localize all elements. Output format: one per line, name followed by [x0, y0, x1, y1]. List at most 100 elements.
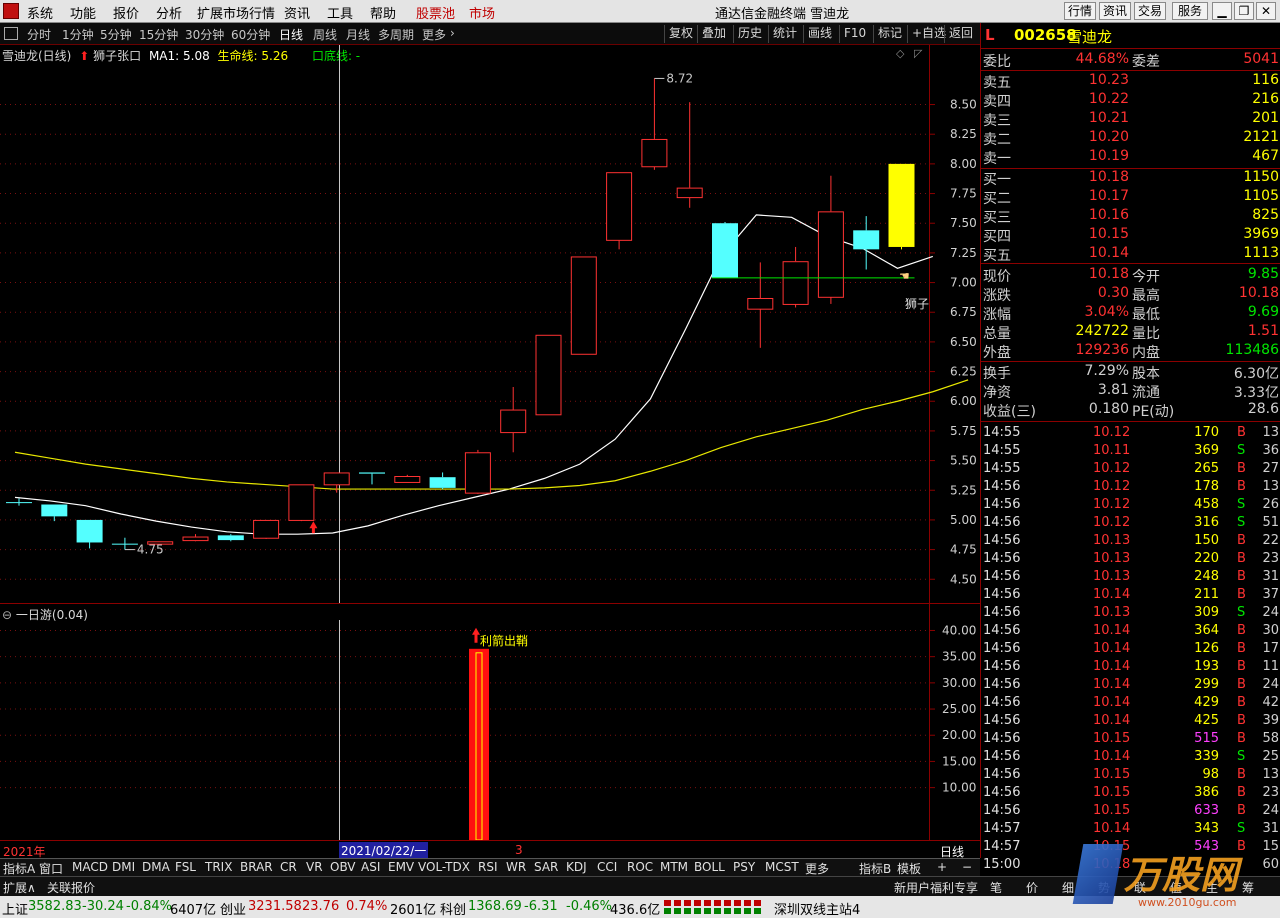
panel-tab-3[interactable]: 势 — [1098, 879, 1110, 896]
sub-indicator-chart[interactable]: 10.00 15.00 20.00 25.00 30.00 35.00 40.00 利箭出鞘 — [0, 604, 980, 840]
indicator-tab-5[interactable]: FSL — [175, 860, 196, 874]
tool-5[interactable]: F10 — [839, 25, 870, 43]
server-name[interactable]: 深圳双线主站4 — [774, 899, 860, 918]
period-7[interactable]: 周线 — [313, 26, 337, 43]
indicator-tab-14[interactable]: RSI — [478, 860, 498, 874]
tool-6[interactable]: 标记 — [873, 25, 906, 43]
signal-arrow-icon — [309, 521, 318, 534]
indicator-tab-21[interactable]: BOLL — [694, 860, 725, 874]
panel-tab-1[interactable]: 价 — [1026, 879, 1038, 896]
indicator-tab-17[interactable]: KDJ — [566, 860, 587, 874]
menu-3[interactable]: 分析 — [156, 3, 182, 22]
menu-2[interactable]: 报价 — [113, 3, 139, 22]
indicator-tab-22[interactable]: PSY — [733, 860, 755, 874]
menu-btn-quote[interactable]: 行情 — [1064, 2, 1096, 20]
tick-row: 14:55 10.12 265 B 27 — [983, 461, 1279, 476]
menu-0[interactable]: 系统 — [27, 3, 53, 22]
indicator-tab-16[interactable]: SAR — [534, 860, 558, 874]
panel-tab-2[interactable]: 细 — [1062, 879, 1074, 896]
zoom-in-button[interactable]: + — [937, 860, 947, 874]
menu-btn-trade[interactable]: 交易 — [1134, 2, 1166, 20]
more-chevron-icon[interactable]: › — [450, 26, 455, 40]
period-2[interactable]: 5分钟 — [100, 26, 132, 43]
panel-tab-4[interactable]: 联 — [1134, 879, 1146, 896]
time-axis: 2021年 2021/02/22/一 3 日线 — [0, 840, 980, 859]
panel-tab-0[interactable]: 笔 — [990, 879, 1002, 896]
minimize-icon[interactable]: ▁ — [1212, 2, 1232, 20]
indicator-tab-18[interactable]: CCI — [597, 860, 617, 874]
period-3[interactable]: 15分钟 — [139, 26, 178, 43]
candle-body — [182, 536, 209, 542]
menu-5[interactable]: 资讯 — [284, 3, 310, 22]
indicator-tab-6[interactable]: TRIX — [205, 860, 232, 874]
period-0[interactable]: 分时 — [27, 26, 51, 43]
market-mini-bars — [664, 900, 768, 914]
indicator-b-tab[interactable]: 指标B — [859, 860, 891, 877]
menu-4[interactable]: 扩展市场行情 — [197, 3, 275, 22]
market-menu[interactable]: 市场 — [469, 3, 495, 22]
indicator-tab-2[interactable]: MACD — [72, 860, 108, 874]
indicator-tab-13[interactable]: VOL-TDX — [418, 860, 470, 874]
tick-row: 14:56 10.15 515 B 58 — [983, 731, 1279, 746]
close-icon[interactable]: ✕ — [1256, 2, 1276, 20]
restore-icon[interactable]: ❐ — [1234, 2, 1254, 20]
stat-row: 涨跌 0.30 最高 10.18 — [983, 285, 1279, 304]
panel-tab-5[interactable]: 值 — [1170, 879, 1182, 896]
tick-row: 14:56 10.14 364 B 30 — [983, 623, 1279, 638]
period-9[interactable]: 多周期 — [378, 26, 414, 43]
panel-tab-7[interactable]: 筹 — [1242, 879, 1254, 896]
stat-row: 现价 10.18 今开 9.85 — [983, 266, 1279, 285]
y-tick-label: 4.50 — [950, 572, 977, 586]
related-quote-tab[interactable]: 关联报价 — [47, 879, 95, 896]
indicator-tab-7[interactable]: BRAR — [240, 860, 273, 874]
indicator-tab-4[interactable]: DMA — [142, 860, 170, 874]
tool-2[interactable]: 历史 — [733, 25, 766, 43]
promo-link[interactable]: 新用户福利专享 — [894, 879, 978, 896]
menu-btn-service[interactable]: 服务 — [1172, 2, 1208, 20]
weibi-row: 委比 44.68% 委差 5041 — [983, 51, 1279, 70]
indicator-tab-11[interactable]: ASI — [361, 860, 380, 874]
y-tick-label: 6.25 — [950, 365, 977, 379]
kc-pct: -0.46% — [566, 899, 612, 914]
menu-btn-news[interactable]: 资讯 — [1099, 2, 1131, 20]
tool-3[interactable]: 统计 — [768, 25, 801, 43]
weicha-value: 5041 — [1243, 51, 1279, 67]
template-tab[interactable]: 模板 — [897, 860, 921, 877]
period-6[interactable]: 日线 — [279, 26, 303, 43]
zoom-out-button[interactable]: − — [962, 860, 972, 874]
period-10[interactable]: 更多 — [422, 26, 446, 43]
indicator-tab-9[interactable]: VR — [306, 860, 323, 874]
period-1[interactable]: 1分钟 — [62, 26, 94, 43]
indicator-tab-23[interactable]: MCST — [765, 860, 799, 874]
indicator-tab-10[interactable]: OBV — [330, 860, 356, 874]
indicator-tab-1[interactable]: 窗口 — [39, 860, 63, 877]
high-annotation: 8.72 — [666, 71, 693, 85]
stock-pool-menu[interactable]: 股票池 — [416, 3, 455, 22]
menu-7[interactable]: 帮助 — [370, 3, 396, 22]
panel-icon[interactable] — [4, 27, 18, 40]
indicator-tab-24[interactable]: 更多 — [805, 860, 829, 877]
tool-8[interactable]: 返回 — [944, 25, 977, 43]
indicator-tab-0[interactable]: 指标A — [3, 860, 35, 877]
panel-tab-6[interactable]: 主 — [1206, 879, 1218, 896]
tool-4[interactable]: 画线 — [803, 25, 836, 43]
lion-annotation: 狮子 — [905, 297, 929, 311]
period-5[interactable]: 60分钟 — [231, 26, 270, 43]
tick-row: 14:57 10.15 543 B 15 — [983, 839, 1279, 854]
y-tick-label: 7.75 — [950, 187, 977, 201]
menu-6[interactable]: 工具 — [327, 3, 353, 22]
period-8[interactable]: 月线 — [346, 26, 370, 43]
tool-1[interactable]: 叠加 — [697, 25, 730, 43]
menu-1[interactable]: 功能 — [70, 3, 96, 22]
expand-toggle[interactable]: 扩展∧ — [3, 879, 36, 896]
period-4[interactable]: 30分钟 — [185, 26, 224, 43]
indicator-tab-19[interactable]: ROC — [627, 860, 653, 874]
indicator-tab-12[interactable]: EMV — [388, 860, 414, 874]
indicator-tab-20[interactable]: MTM — [660, 860, 688, 874]
tool-0[interactable]: 复权 — [664, 25, 697, 43]
indicator-tab-3[interactable]: DMI — [112, 860, 135, 874]
indicator-tab-8[interactable]: CR — [280, 860, 297, 874]
tick-row: 14:56 10.15 98 B 13 — [983, 767, 1279, 782]
indicator-tab-15[interactable]: WR — [506, 860, 526, 874]
candlestick-chart[interactable]: 4.50 4.75 5.00 5.25 5.50 5.75 6.00 6.25 6.50 6.75… — [0, 45, 980, 603]
